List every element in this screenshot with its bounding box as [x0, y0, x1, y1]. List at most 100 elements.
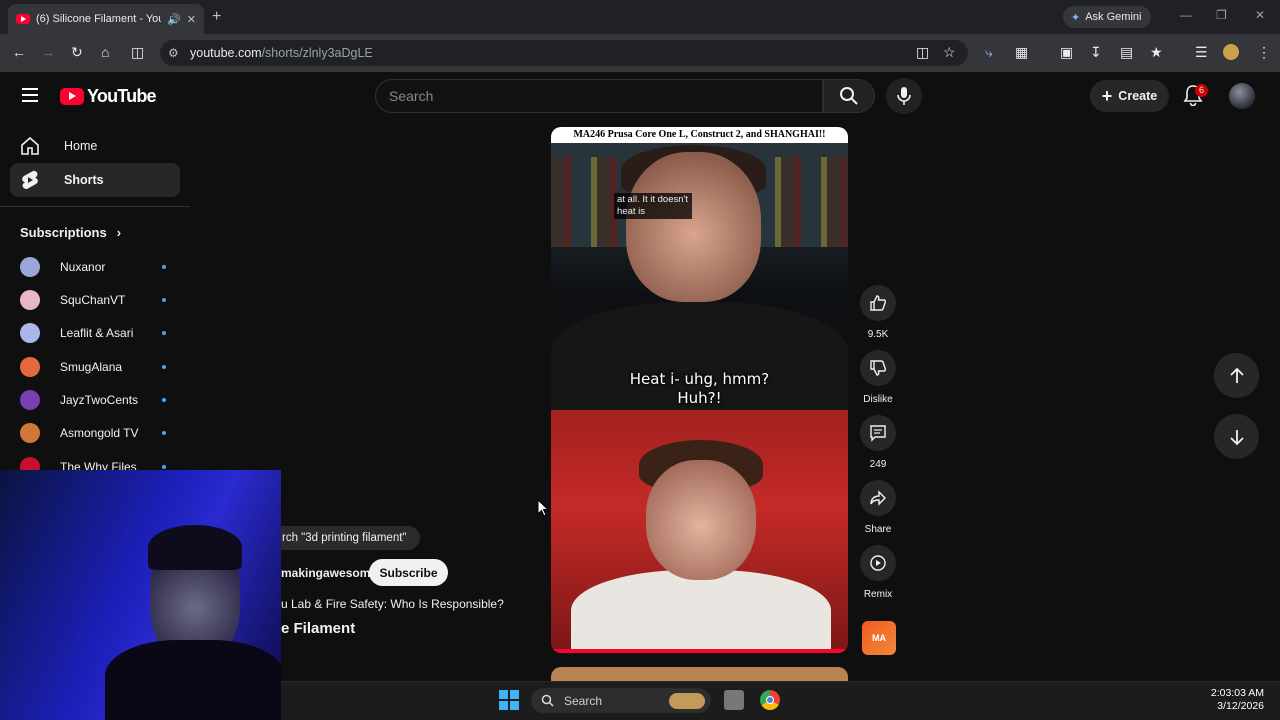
new-content-dot [162, 465, 166, 469]
video-header-text: MA246 Prusa Core One L, Construct 2, and… [551, 127, 848, 143]
close-tab-icon[interactable]: ✕ [187, 13, 196, 26]
video-person-face [626, 152, 761, 302]
create-button[interactable]: + Create [1090, 80, 1169, 112]
dislike-button[interactable] [860, 350, 896, 386]
home-icon[interactable]: ⌂ [101, 44, 109, 60]
account-avatar[interactable] [1229, 83, 1255, 109]
subscription-item[interactable]: SmugAlana [20, 355, 170, 379]
webcam-overlay [0, 470, 281, 720]
video-caption-small: at all. It it doesn't heat is [614, 193, 692, 219]
share-button[interactable] [860, 480, 896, 516]
address-bar[interactable]: youtube.com/shorts/zlnly3aDgLE [160, 40, 968, 66]
clock-time: 2:03:03 AM [1210, 687, 1264, 699]
back-icon[interactable]: ← [12, 44, 26, 60]
subscription-item[interactable]: Leaflit & Asari [20, 321, 170, 345]
home-icon [21, 136, 39, 155]
audio-playing-icon[interactable]: 🔊 [167, 13, 181, 26]
ask-gemini-button[interactable]: ✦ Ask Gemini [1063, 6, 1151, 28]
dislike-label: Dislike [863, 394, 893, 405]
video-caption-big: Heat i- uhg, hmm? Huh?! [551, 370, 848, 408]
dislike-action[interactable]: Dislike [860, 350, 896, 405]
sidebar-item-label: Home [64, 139, 98, 153]
like-button[interactable] [860, 285, 896, 321]
maximize-icon[interactable]: ❐ [1216, 8, 1227, 22]
remix-label: Remix [863, 589, 893, 600]
menu-hamburger-icon[interactable] [22, 88, 38, 102]
task-view-icon[interactable] [724, 690, 744, 710]
shorts-video-player[interactable]: MA246 Prusa Core One L, Construct 2, and… [551, 127, 848, 653]
subscriptions-heading-label: Subscriptions [20, 225, 107, 240]
close-window-icon[interactable]: ✕ [1255, 8, 1265, 22]
download-icon[interactable]: ↧ [1090, 44, 1102, 61]
video-person2-face [646, 460, 756, 580]
search-suggestion-label: rch "3d printing filament" [282, 532, 407, 544]
reload-icon[interactable]: ↻ [71, 44, 83, 61]
subscription-item[interactable]: JayzTwoCents [20, 388, 170, 412]
browser-tab-active[interactable]: (6) Silicone Filament - YouTube 🔊 ✕ [8, 4, 204, 34]
bookmark-star-icon[interactable]: ☆ [943, 44, 956, 61]
new-content-dot [162, 431, 166, 435]
share-arrow-icon [870, 490, 886, 506]
voice-search-button[interactable] [886, 78, 922, 114]
media-controls-icon[interactable]: ☰ [1195, 44, 1208, 61]
search-input[interactable]: Search [375, 79, 823, 113]
subscription-item[interactable]: SquChanVT [20, 288, 170, 312]
channel-avatar [20, 357, 40, 377]
remix-button[interactable] [860, 545, 896, 581]
favorites-icon[interactable]: ★ [1150, 44, 1163, 61]
youtube-logo-icon [60, 88, 84, 105]
subscriptions-heading[interactable]: Subscriptions › [20, 225, 121, 240]
sidebar-item-shorts[interactable]: Shorts [10, 163, 180, 197]
related-video-link[interactable]: u Lab & Fire Safety: Who Is Responsible? [281, 597, 504, 611]
webcam-headphones [148, 525, 242, 570]
site-info-icon[interactable]: ⚙ [168, 46, 179, 60]
remix-action[interactable]: Remix [860, 545, 896, 600]
thumbs-down-icon [870, 360, 886, 376]
video-top-frame [551, 127, 848, 412]
arrow-down-icon [1229, 429, 1244, 445]
profile-avatar[interactable] [1223, 44, 1239, 60]
short-title: e Filament [281, 620, 356, 637]
menu-kebab-icon[interactable]: ⋮ [1257, 44, 1271, 61]
extension-wave-icon[interactable]: ⤷ [985, 44, 993, 61]
comments-action[interactable]: 249 [860, 415, 896, 470]
system-clock[interactable]: 2:03:03 AM 3/12/2026 [1190, 687, 1264, 713]
search-button[interactable] [823, 79, 875, 113]
extensions-puzzle-icon[interactable]: ▦ [1015, 44, 1028, 61]
url-host: youtube.com [190, 46, 262, 60]
share-action[interactable]: Share [860, 480, 896, 535]
install-app-icon[interactable]: ◫ [916, 44, 929, 61]
new-tab-button[interactable]: + [212, 8, 221, 26]
search-suggestion-chip[interactable]: rch "3d printing filament" [262, 526, 420, 550]
short-channel-name[interactable]: makingawesome [281, 566, 377, 580]
chevron-right-icon: › [116, 225, 122, 240]
next-short-button[interactable] [1214, 414, 1259, 459]
minimize-icon[interactable]: — [1180, 8, 1192, 22]
new-content-dot [162, 298, 166, 302]
search-lens-icon[interactable]: ▣ [1060, 44, 1073, 61]
side-panel-icon[interactable]: ◫ [131, 44, 144, 61]
subscription-item[interactable]: Nuxanor [20, 255, 170, 279]
sidebar-item-label: Shorts [64, 173, 104, 187]
windows-taskbar [281, 681, 1280, 720]
like-action[interactable]: 9.5K [860, 285, 896, 340]
comment-icon [870, 425, 886, 442]
sound-thumbnail[interactable]: MA [862, 621, 896, 655]
sidebar-item-home[interactable]: Home [10, 129, 180, 163]
youtube-logo[interactable]: YouTube [60, 86, 157, 107]
taskbar-search[interactable]: Search [531, 688, 711, 713]
chrome-taskbar-icon[interactable] [760, 690, 780, 710]
comments-button[interactable] [860, 415, 896, 451]
forward-icon[interactable]: → [41, 44, 55, 60]
windows-start-icon[interactable] [499, 690, 519, 710]
translate-icon[interactable]: ▤ [1120, 44, 1133, 61]
video-progress-bar[interactable] [551, 649, 848, 653]
gemini-sparkle-icon: ✦ [1071, 11, 1081, 24]
new-content-dot [162, 398, 166, 402]
previous-short-button[interactable] [1214, 353, 1259, 398]
webcam-body [105, 640, 281, 720]
youtube-logo-text: YouTube [87, 86, 157, 106]
subscription-item[interactable]: Asmongold TV [20, 421, 170, 445]
clock-date: 3/12/2026 [1217, 700, 1264, 712]
subscribe-button[interactable]: Subscribe [369, 559, 448, 586]
